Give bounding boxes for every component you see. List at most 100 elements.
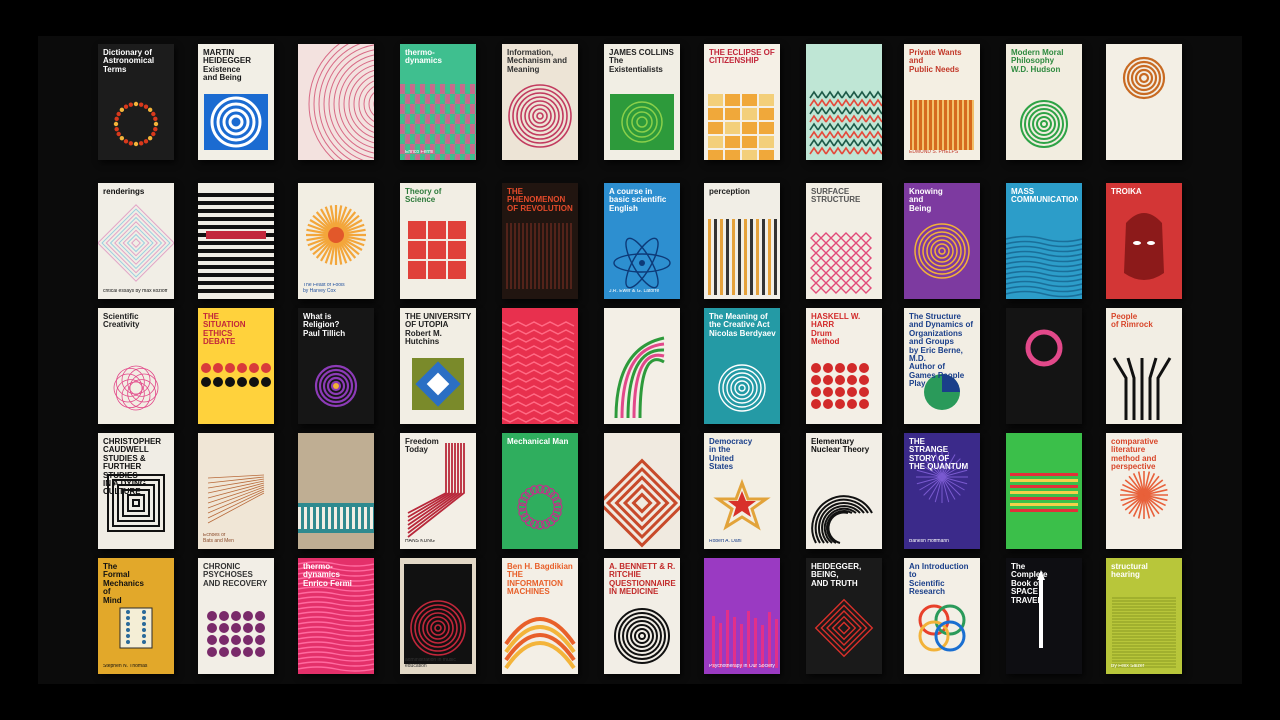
- book-title: thermo- dynamics Enrico Fermi: [303, 563, 352, 588]
- book-cover: Psychotherapy in Our Society: [704, 558, 780, 674]
- book-cover: The Structure and Dynamics of Organizati…: [904, 308, 980, 424]
- book-title: Information, Mechanism and Meaning: [507, 49, 568, 74]
- book-author: critical essays by max kozloff: [103, 288, 168, 294]
- book-title: JAMES COLLINS The Existentialists: [609, 49, 674, 74]
- book-author: Enrico Fermi: [405, 149, 434, 155]
- book-title: An Introduction to Scientific Research: [909, 563, 969, 597]
- book-cover: Dictionary of Astronomical Terms: [98, 44, 174, 160]
- book-title: CHRISTOPHER CAUDWELL STUDIES & FURTHER S…: [103, 438, 162, 497]
- book-cover: [298, 44, 374, 160]
- book-author: Echoes of Bats and Men: [203, 533, 234, 544]
- book-title: thermo- dynamics: [405, 49, 442, 66]
- book-title: HEIDEGGER, BEING, AND TRUTH: [811, 563, 862, 588]
- book-cover: SURFACE STRUCTURE: [806, 183, 882, 299]
- book-cover: The Feast of Fools by Harvey Cox: [298, 183, 374, 299]
- book-title: The Structure and Dynamics of Organizati…: [909, 313, 974, 389]
- book-author: Psychotherapy in Our Society: [709, 663, 775, 669]
- book-author: Robert A. Dahl: [709, 538, 742, 544]
- book-cover: The Complete Book of SPACE TRAVEL: [1006, 558, 1082, 674]
- book-cover: Theory of Science: [400, 183, 476, 299]
- book-title: THE PHENOMENON OF REVOLUTION: [507, 188, 573, 213]
- book-title: TROIKA: [1111, 188, 1142, 196]
- book-cover: Freedom Today HANS KÜNG: [400, 433, 476, 549]
- book-cover: [806, 44, 882, 160]
- book-cover: HEIDEGGER, BEING, AND TRUTH: [806, 558, 882, 674]
- book-cover: [1106, 44, 1182, 160]
- book-title: SURFACE STRUCTURE: [811, 188, 861, 205]
- book-cover: [604, 308, 680, 424]
- book-title: Modern Moral Philosophy W.D. Hudson: [1011, 49, 1064, 74]
- book-cover: THE PHENOMENON OF REVOLUTION: [502, 183, 578, 299]
- book-title: Private Wants and Public Needs: [909, 49, 962, 74]
- book-title: HASKELL W. HARR Drum Method: [811, 313, 861, 347]
- book-cover: THE STRANGE STORY OF THE QUANTUM Banesh H…: [904, 433, 980, 549]
- book-cover: THE ECLIPSE OF CITIZENSHIP: [704, 44, 780, 160]
- book-title: The Meaning of the Creative Act Nicolas …: [709, 313, 776, 338]
- book-cover: renderings critical essays by max kozloff: [98, 183, 174, 299]
- book-author: HANS KÜNG: [405, 538, 435, 544]
- book-title: MASS COMMUNICATIONS: [1011, 188, 1078, 205]
- book-cover: Democracy in the United States Robert A. …: [704, 433, 780, 549]
- book-cover: thermo- dynamics Enrico Fermi: [400, 44, 476, 160]
- book-cover: administration in music education: [400, 558, 476, 674]
- book-cover: Elementary Nuclear Theory: [806, 433, 882, 549]
- book-title: Dictionary of Astronomical Terms: [103, 49, 155, 74]
- book-cover: Ben H. Bagdikian THE INFORMATION MACHINE…: [502, 558, 578, 674]
- book-cover: A course in basic scientific English J.R.…: [604, 183, 680, 299]
- book-title: Scientific Creativity: [103, 313, 140, 330]
- book-cover: comparative literature method and perspe…: [1106, 433, 1182, 549]
- book-title: Knowing and Being: [909, 188, 943, 213]
- book-cover: MASS COMMUNICATIONS: [1006, 183, 1082, 299]
- book-title: The Complete Book of SPACE TRAVEL: [1011, 563, 1048, 605]
- book-title: THE ECLIPSE OF CITIZENSHIP: [709, 49, 775, 66]
- book-cover: What is Religion? Paul Tillich: [298, 308, 374, 424]
- book-cover: CHRONIC PSYCHOSES AND RECOVERY: [198, 558, 274, 674]
- book-cover: The Meaning of the Creative Act Nicolas …: [704, 308, 780, 424]
- book-cover: Mechanical Man: [502, 433, 578, 549]
- book-cover: TROIKA: [1106, 183, 1182, 299]
- book-author: Banesh Hoffmann: [909, 538, 949, 544]
- book-cover: JAMES COLLINS The Existentialists: [604, 44, 680, 160]
- book-cover: MARTIN HEIDEGGER Existence and Being: [198, 44, 274, 160]
- book-author: J.R. Ewer & G. Latorre: [609, 288, 660, 294]
- book-title: structural hearing: [1111, 563, 1148, 580]
- book-cover: [502, 308, 578, 424]
- book-title: perception: [709, 188, 750, 196]
- book-title: Mechanical Man: [507, 438, 569, 446]
- book-cover: Echoes of Bats and Men: [198, 433, 274, 549]
- book-title: CHRONIC PSYCHOSES AND RECOVERY: [203, 563, 268, 588]
- book-author: The Feast of Fools by Harvey Cox: [303, 283, 345, 294]
- book-title: THE UNIVERSITY OF UTOPIA Robert M. Hutch…: [405, 313, 472, 347]
- book-title: Theory of Science: [405, 188, 442, 205]
- book-title: comparative literature method and perspe…: [1111, 438, 1159, 472]
- book-title: THE STRANGE STORY OF THE QUANTUM: [909, 438, 969, 472]
- book-cover: A. BENNETT & R. RITCHIE QUESTIONNAIRES I…: [604, 558, 680, 674]
- book-title: What is Religion? Paul Tillich: [303, 313, 346, 338]
- book-cover: People of Rimrock: [1106, 308, 1182, 424]
- book-title: Freedom Today: [405, 438, 439, 455]
- book-title: A course in basic scientific English: [609, 188, 667, 213]
- book-cover: [604, 433, 680, 549]
- book-cover: [298, 433, 374, 549]
- book-cover-grid: Dictionary of Astronomical Terms MARTIN H…: [0, 0, 1280, 720]
- book-cover: [1006, 308, 1082, 424]
- book-author: By Felix Salzer: [1111, 663, 1145, 669]
- book-title: The Formal Mechanics of Mind: [103, 563, 144, 605]
- book-title: THE SITUATION ETHICS DEBATE: [203, 313, 246, 347]
- book-title: Ben H. Bagdikian THE INFORMATION MACHINE…: [507, 563, 573, 597]
- book-cover: CHRISTOPHER CAUDWELL STUDIES & FURTHER S…: [98, 433, 174, 549]
- book-title: Democracy in the United States: [709, 438, 753, 472]
- book-cover: [198, 183, 274, 299]
- book-title: People of Rimrock: [1111, 313, 1153, 330]
- book-cover: Private Wants and Public Needs EDMUND S. …: [904, 44, 980, 160]
- book-cover: HASKELL W. HARR Drum Method: [806, 308, 882, 424]
- book-cover: structural hearing By Felix Salzer: [1106, 558, 1182, 674]
- book-cover: thermo- dynamics Enrico Fermi: [298, 558, 374, 674]
- book-cover: Information, Mechanism and Meaning: [502, 44, 578, 160]
- book-cover: perception: [704, 183, 780, 299]
- book-title: renderings: [103, 188, 145, 196]
- book-author: EDMUND S. PHELPS: [909, 149, 959, 155]
- book-title: A. BENNETT & R. RITCHIE QUESTIONNAIRES I…: [609, 563, 676, 597]
- book-cover: Modern Moral Philosophy W.D. Hudson: [1006, 44, 1082, 160]
- book-title: MARTIN HEIDEGGER Existence and Being: [203, 49, 252, 83]
